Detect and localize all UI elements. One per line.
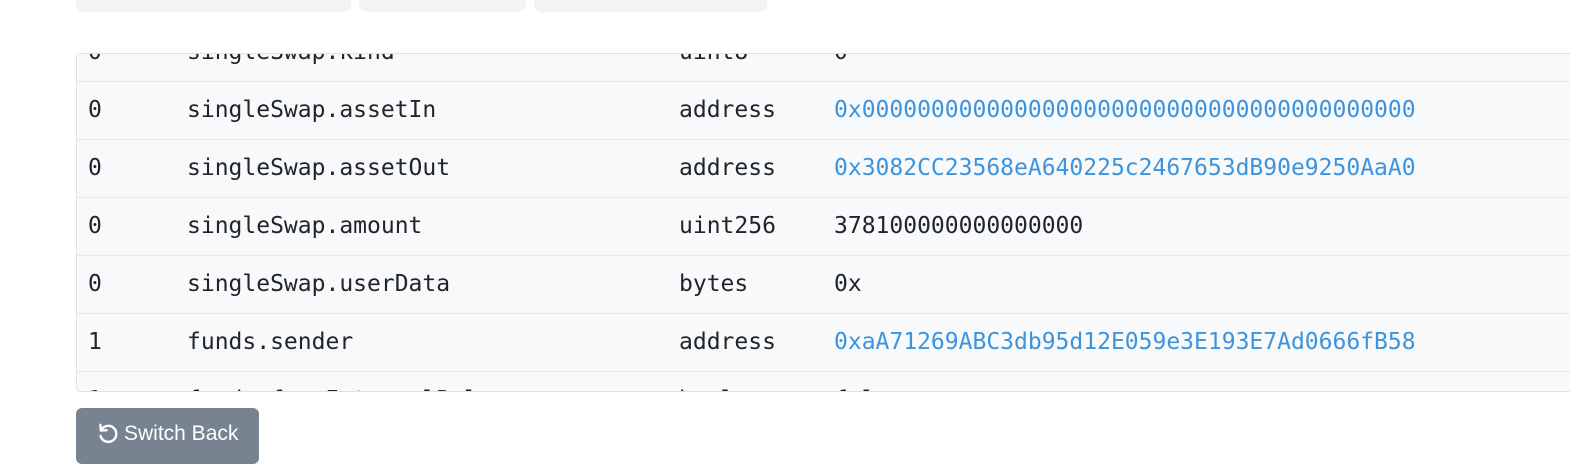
row-index: 0 [88,97,102,123]
top-tab-3[interactable] [534,0,767,12]
param-type: bytes [679,271,749,297]
table-row: 0 singleSwap.kind uint8 0 [77,54,1570,82]
param-name: funds.fromInternalBalance [187,372,533,391]
row-index: 0 [88,155,102,181]
row-index: 1 [88,329,102,355]
param-type: uint8 [679,54,748,81]
row-index: 0 [88,271,102,297]
param-type: address [679,329,776,355]
param-value: 0x [834,271,862,297]
param-name: funds.sender [187,329,354,355]
param-type: bool [679,372,734,391]
decoded-input-table[interactable]: 0 singleSwap.kind uint8 0 0 singleSwap.a… [76,53,1570,392]
table-row: 0 singleSwap.userData bytes 0x [77,256,1570,314]
switch-back-label: Switch Back [124,422,239,445]
param-name: singleSwap.amount [187,213,423,239]
param-name: singleSwap.userData [187,271,451,297]
top-tab-2[interactable] [359,0,526,12]
row-index: 1 [88,372,102,391]
table-row: 0 singleSwap.amount uint256 378100000000… [77,198,1570,256]
param-name: singleSwap.assetIn [187,97,437,123]
row-index: 0 [88,213,102,239]
switch-back-button[interactable]: Switch Back [76,408,259,464]
table-row: 0 singleSwap.assetOut address 0x3082CC23… [77,140,1570,198]
param-type: address [679,155,776,181]
top-tab-1[interactable] [76,0,351,12]
table-row: 1 funds.fromInternalBalance bool false [77,372,1570,391]
param-value: 0 [834,54,848,81]
decoded-input-rows: 0 singleSwap.kind uint8 0 0 singleSwap.a… [77,54,1570,391]
param-value: false [834,372,903,391]
param-value: 378100000000000000 [834,213,1084,239]
row-index: 0 [88,54,102,81]
address-link[interactable]: 0x3082CC23568eA640225c2467653dB90e9250Aa… [834,140,1416,197]
param-name: singleSwap.kind [187,54,395,81]
address-link[interactable]: 0x00000000000000000000000000000000000000… [834,82,1416,139]
param-name: singleSwap.assetOut [187,155,451,181]
top-tab-bar [0,0,1570,14]
table-row: 1 funds.sender address 0xaA71269ABC3db95… [77,314,1570,372]
table-row: 0 singleSwap.assetIn address 0x000000000… [77,82,1570,140]
param-type: uint256 [679,213,776,239]
address-link[interactable]: 0xaA71269ABC3db95d12E059e3E193E7Ad0666fB… [834,314,1416,371]
param-type: address [679,97,776,123]
undo-icon [96,421,120,445]
